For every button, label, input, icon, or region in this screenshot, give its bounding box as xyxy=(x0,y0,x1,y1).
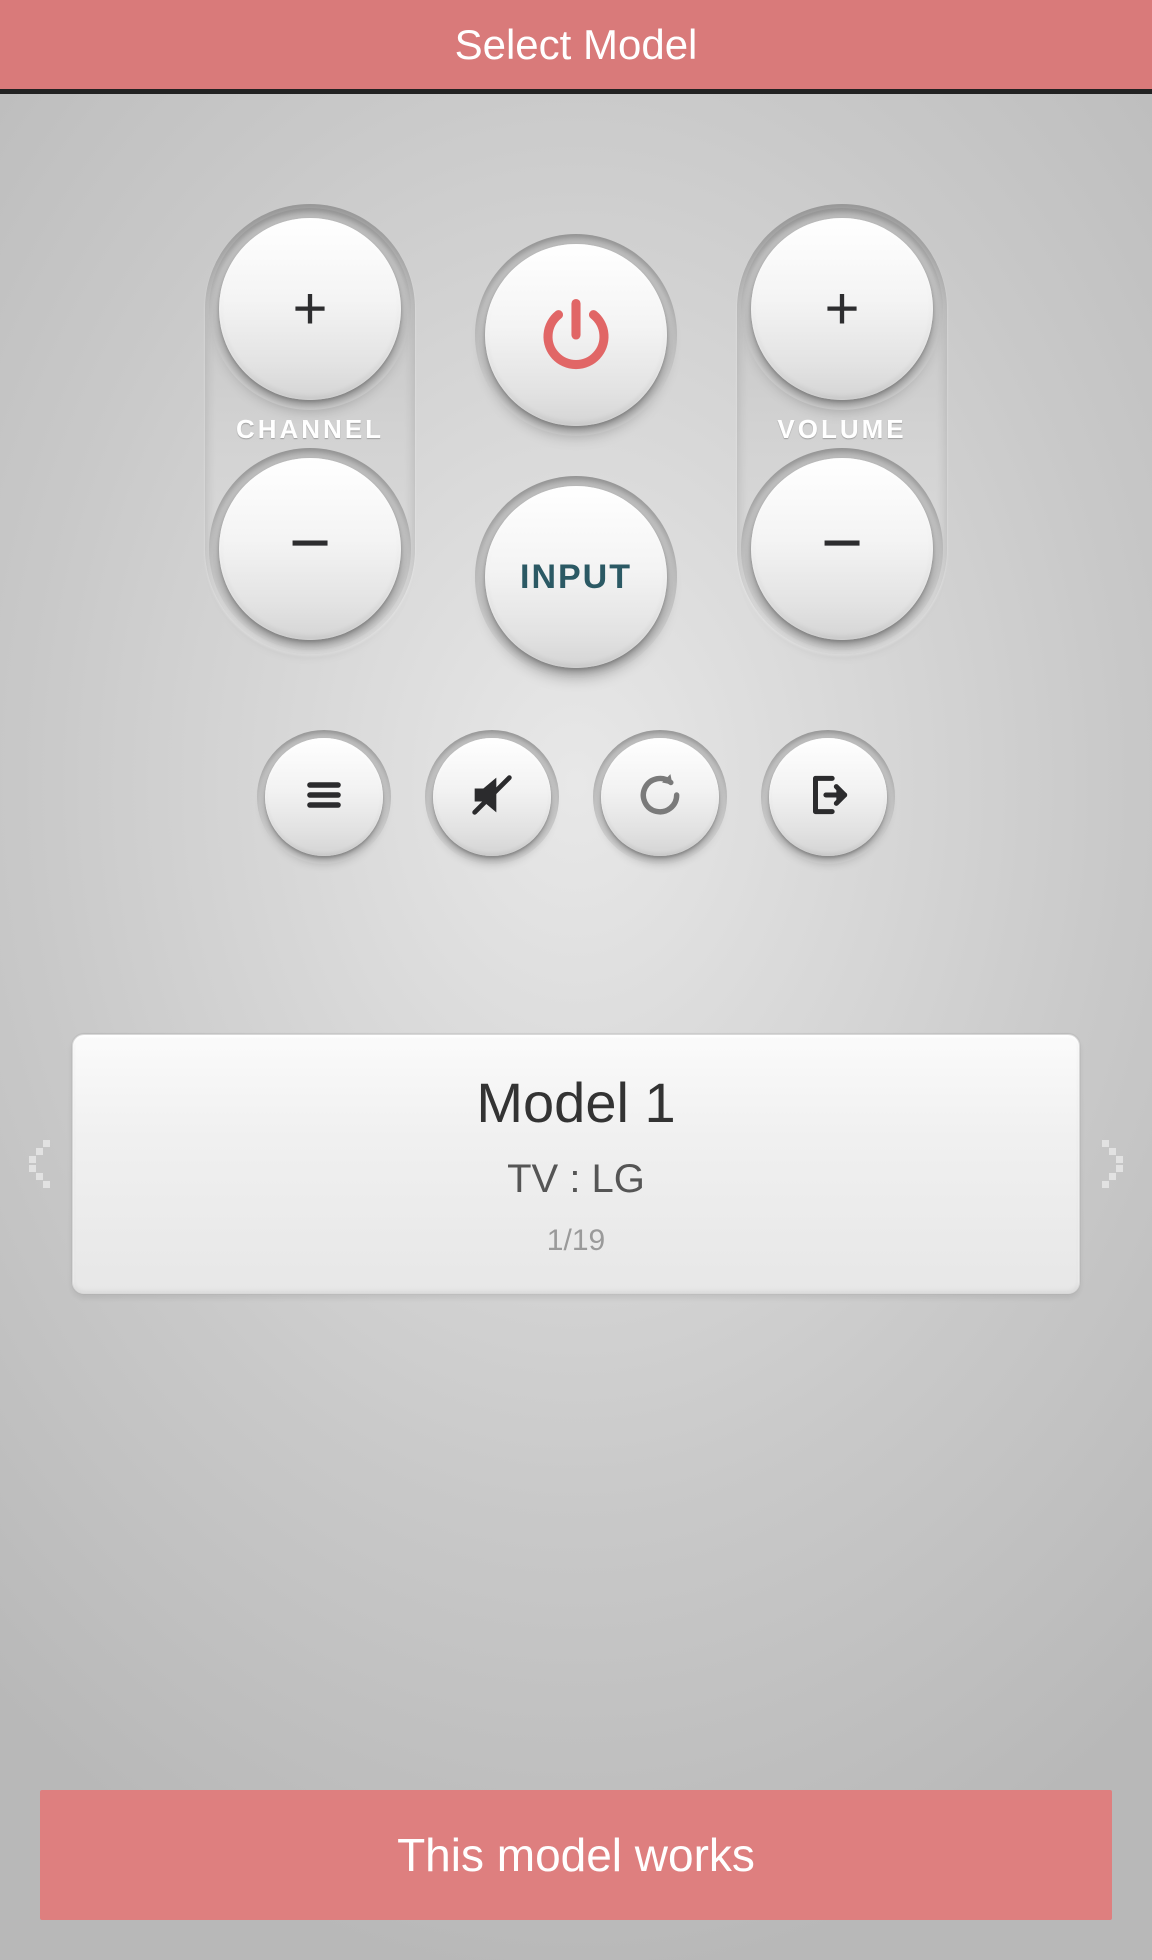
volume-pill: + VOLUME − xyxy=(737,204,947,654)
minus-icon: − xyxy=(289,507,331,579)
confirm-label: This model works xyxy=(397,1828,755,1882)
plus-icon: + xyxy=(292,279,327,339)
mute-button[interactable] xyxy=(433,738,551,856)
model-card[interactable]: Model 1 TV : LG 1/19 xyxy=(72,1034,1080,1294)
menu-button[interactable] xyxy=(265,738,383,856)
input-label: INPUT xyxy=(520,558,632,597)
input-button[interactable]: INPUT xyxy=(485,486,667,668)
channel-pill: + CHANNEL − xyxy=(205,204,415,654)
channel-down-button[interactable]: − xyxy=(219,458,401,640)
channel-label: CHANNEL xyxy=(236,414,384,445)
power-icon xyxy=(534,293,618,377)
model-count: 1/19 xyxy=(547,1224,605,1258)
volume-up-button[interactable]: + xyxy=(751,218,933,400)
model-selector: Model 1 TV : LG 1/19 xyxy=(0,1034,1152,1294)
exit-icon xyxy=(803,770,853,825)
model-device: TV : LG xyxy=(507,1157,645,1202)
center-column: INPUT xyxy=(485,244,667,668)
model-next-button[interactable] xyxy=(1094,1134,1130,1194)
confirm-model-button[interactable]: This model works xyxy=(40,1790,1112,1920)
remote-top-row: + CHANNEL − INPUT xyxy=(0,204,1152,668)
refresh-icon xyxy=(635,770,685,825)
plus-icon: + xyxy=(824,279,859,339)
power-button[interactable] xyxy=(485,244,667,426)
exit-button[interactable] xyxy=(769,738,887,856)
model-prev-button[interactable] xyxy=(22,1134,58,1194)
mute-icon xyxy=(466,769,518,826)
volume-label: VOLUME xyxy=(777,414,906,445)
secondary-button-row xyxy=(0,738,1152,856)
header-bar: Select Model xyxy=(0,0,1152,94)
channel-up-button[interactable]: + xyxy=(219,218,401,400)
remote-area: + CHANNEL − INPUT xyxy=(0,94,1152,1790)
model-name: Model 1 xyxy=(476,1070,675,1135)
volume-down-button[interactable]: − xyxy=(751,458,933,640)
page-title: Select Model xyxy=(455,21,698,69)
menu-icon xyxy=(300,771,348,824)
refresh-button[interactable] xyxy=(601,738,719,856)
minus-icon: − xyxy=(821,507,863,579)
